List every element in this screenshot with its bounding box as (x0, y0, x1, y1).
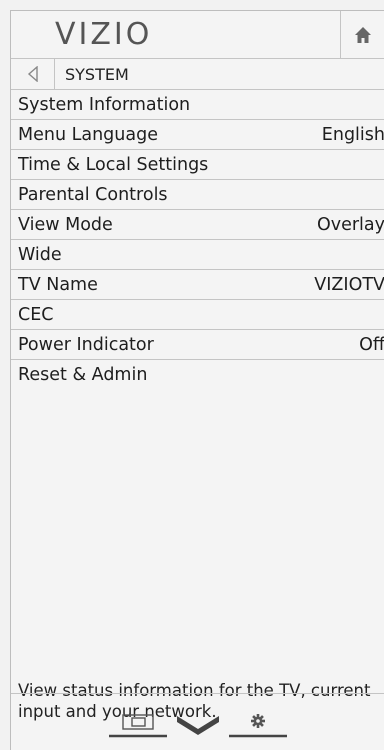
vizio-v-icon (177, 716, 219, 735)
menu-item-value: English (321, 124, 384, 145)
bottom-bar (11, 693, 384, 750)
menu-item-label: CEC (18, 304, 54, 325)
menu-item-reset-admin[interactable]: Reset & Admin (11, 360, 384, 390)
menu-item-label: Reset & Admin (18, 365, 148, 385)
menu-list: System Information Menu Language English… (11, 90, 384, 390)
menu-item-wide[interactable]: Wide (11, 240, 384, 270)
system-menu-panel: VIZIO SYSTEM System Information Menu Lan… (10, 10, 384, 750)
menu-item-system-information[interactable]: System Information (11, 90, 384, 120)
menu-item-label: Wide (18, 244, 62, 265)
home-button[interactable] (340, 11, 384, 58)
menu-item-menu-language[interactable]: Menu Language English (11, 120, 384, 150)
settings-gear-icon (229, 714, 287, 738)
settings-button[interactable] (229, 705, 287, 739)
menu-item-power-indicator[interactable]: Power Indicator Off (11, 330, 384, 360)
back-arrow-icon (27, 66, 38, 82)
menu-item-label: System Information (18, 94, 191, 115)
header: VIZIO (11, 11, 384, 59)
menu-item-value: Off (359, 334, 384, 355)
vizio-button[interactable] (173, 705, 223, 739)
menu-item-label: Parental Controls (18, 184, 168, 205)
menu-item-parental-controls[interactable]: Parental Controls (11, 180, 384, 210)
menu-item-cec[interactable]: CEC (11, 300, 384, 330)
menu-item-time-local-settings[interactable]: Time & Local Settings (11, 150, 384, 180)
menu-item-label: Time & Local Settings (18, 154, 209, 175)
menu-item-value: VIZIOTV (314, 274, 384, 295)
menu-item-tv-name[interactable]: TV Name VIZIOTV (11, 270, 384, 300)
vizio-logo: VIZIO (55, 17, 153, 52)
breadcrumb-title: SYSTEM (65, 64, 129, 84)
menu-spacer (11, 390, 384, 680)
menu-item-label: View Mode (18, 214, 113, 235)
menu-item-label: Menu Language (18, 124, 158, 145)
breadcrumb: SYSTEM (11, 59, 384, 90)
menu-item-label: TV Name (18, 274, 98, 295)
input-button[interactable] (109, 705, 167, 739)
menu-item-value: Overlay (316, 214, 384, 235)
input-icon (109, 714, 167, 738)
home-icon (355, 26, 371, 43)
back-button[interactable] (11, 59, 55, 89)
menu-item-label: Power Indicator (18, 334, 154, 355)
menu-item-view-mode[interactable]: View Mode Overlay (11, 210, 384, 240)
